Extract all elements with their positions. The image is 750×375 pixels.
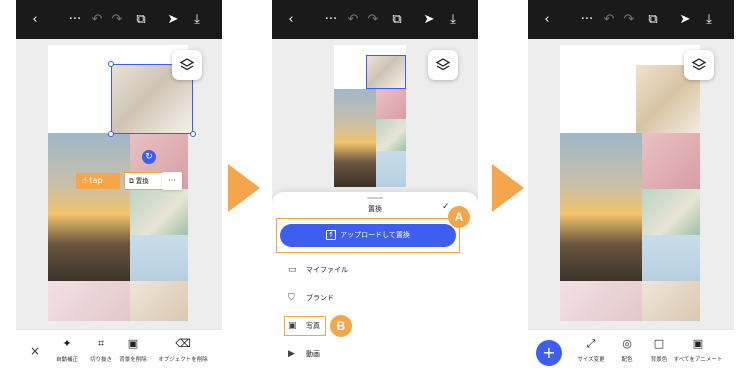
back-icon[interactable]: ‹ bbox=[538, 11, 556, 29]
check-icon[interactable]: ✓ bbox=[442, 202, 450, 212]
more-icon[interactable]: ··· bbox=[322, 11, 340, 29]
food-photo[interactable] bbox=[642, 189, 700, 235]
menu-brand[interactable]: ⛉ ブランド bbox=[288, 290, 334, 306]
layers-icon bbox=[435, 58, 451, 71]
share-icon[interactable]: ➤ bbox=[420, 11, 438, 29]
hands-photo[interactable] bbox=[366, 55, 406, 89]
layers-icon bbox=[179, 58, 195, 71]
top-toolbar: ‹ ··· ↶ ↷ ⧉ ➤ ⤓ bbox=[272, 0, 478, 39]
bottom-toolbar: × ✦ 自動補正 ⌗ 切り抜き ▣ 背景を削除 ⌫ オブジェクトを削除 bbox=[16, 329, 222, 375]
food-photo[interactable] bbox=[130, 189, 188, 235]
redo-icon[interactable]: ↷ bbox=[364, 11, 382, 29]
brand-icon: ⛉ bbox=[288, 293, 295, 303]
download-icon[interactable]: ⤓ bbox=[188, 11, 206, 29]
menu-videos[interactable]: ▶ 動画 bbox=[288, 346, 320, 362]
layers-button[interactable] bbox=[172, 50, 202, 80]
selection-handle[interactable] bbox=[108, 61, 114, 67]
blue-photo[interactable] bbox=[130, 235, 188, 281]
replace-icon: ⧉ bbox=[129, 177, 134, 185]
badge-b: B bbox=[330, 315, 352, 337]
sheet-grabber[interactable] bbox=[367, 197, 383, 199]
selection-handle[interactable] bbox=[190, 131, 196, 137]
food-photo[interactable] bbox=[376, 119, 406, 151]
close-icon[interactable]: × bbox=[30, 344, 40, 358]
pages-icon[interactable]: ⧉ bbox=[644, 11, 662, 29]
pages-icon[interactable]: ⧉ bbox=[132, 11, 150, 29]
pages-icon[interactable]: ⧉ bbox=[388, 11, 406, 29]
sunset-photo[interactable] bbox=[334, 89, 376, 187]
phone-screen-1: ‹ ··· ↶ ↷ ⧉ ➤ ⤓ ↻ ☝ tap ⧉ 置換 ··· × ✦ 自動補… bbox=[16, 0, 222, 375]
replace-option[interactable]: ⧉ 置換 bbox=[129, 173, 149, 189]
top-toolbar: ‹ ··· ↶ ↷ ⧉ ➤ ⤓ bbox=[528, 0, 734, 39]
redo-icon[interactable]: ↷ bbox=[620, 11, 638, 29]
layers-icon bbox=[691, 58, 707, 71]
eraser-icon: ⌫ bbox=[175, 337, 191, 350]
hand-pointer-icon: ☝ bbox=[82, 176, 87, 185]
tutorial-stage: ‹ ··· ↶ ↷ ⧉ ➤ ⤓ ↻ ☝ tap ⧉ 置換 ··· × ✦ 自動補… bbox=[0, 0, 750, 375]
menu-photos[interactable]: ▣ 写真 bbox=[288, 318, 320, 334]
upload-icon: ↑ bbox=[326, 230, 337, 240]
download-icon[interactable]: ⤓ bbox=[700, 11, 718, 29]
tap-hint: ☝ tap bbox=[76, 173, 120, 189]
layers-button[interactable] bbox=[428, 50, 458, 80]
more-icon[interactable]: ··· bbox=[66, 11, 84, 29]
remove-object-tool[interactable]: ⌫ オブジェクトを削除 bbox=[152, 336, 214, 363]
play-icon: ▶ bbox=[288, 349, 295, 359]
phone-screen-2: ‹ ··· ↶ ↷ ⧉ ➤ ⤓ 置換 ✓ ↑ アップロードして置換 A ▭ マイ… bbox=[272, 0, 478, 375]
download-icon[interactable]: ⤓ bbox=[444, 11, 462, 29]
undo-icon[interactable]: ↶ bbox=[344, 11, 362, 29]
share-icon[interactable]: ➤ bbox=[164, 11, 182, 29]
image-icon: ▣ bbox=[288, 321, 297, 331]
remove-background-tool[interactable]: ▣ 背景を削除 bbox=[110, 336, 156, 363]
phone-screen-3: ‹ ··· ↶ ↷ ⧉ ➤ ⤓ + ⤢ サイズ変更 ◎ 配色 □ 背景色 ▣ すべてをア… bbox=[528, 0, 734, 375]
image-icon: ▣ bbox=[127, 337, 139, 350]
sunset-photo[interactable] bbox=[48, 133, 130, 281]
sunset-photo[interactable] bbox=[560, 133, 642, 281]
pink-photo[interactable] bbox=[642, 133, 700, 189]
design-canvas[interactable] bbox=[560, 45, 700, 321]
add-button[interactable]: + bbox=[536, 340, 562, 366]
blue-photo[interactable] bbox=[376, 151, 406, 187]
animate-all-tool[interactable]: ▣ すべてをアニメート bbox=[668, 336, 728, 363]
more-icon[interactable]: ··· bbox=[578, 11, 596, 29]
back-icon[interactable]: ‹ bbox=[282, 11, 300, 29]
pink-photo[interactable] bbox=[376, 89, 406, 119]
laptop-photo[interactable] bbox=[560, 281, 642, 321]
more-options-button[interactable]: ··· bbox=[162, 172, 182, 190]
rotate-handle[interactable]: ↻ bbox=[142, 150, 156, 164]
badge-a: A bbox=[448, 206, 470, 228]
book-photo[interactable] bbox=[642, 281, 700, 321]
layers-button[interactable] bbox=[684, 50, 714, 80]
selection-handle[interactable] bbox=[108, 131, 114, 137]
bottom-toolbar: + ⤢ サイズ変更 ◎ 配色 □ 背景色 ▣ すべてをアニメート bbox=[528, 329, 734, 375]
undo-icon[interactable]: ↶ bbox=[88, 11, 106, 29]
blue-photo[interactable] bbox=[642, 235, 700, 281]
step-arrow bbox=[228, 164, 260, 212]
top-toolbar: ‹ ··· ↶ ↷ ⧉ ➤ ⤓ bbox=[16, 0, 222, 39]
folder-icon: ▭ bbox=[288, 265, 297, 275]
upload-replace-button[interactable]: ↑ アップロードして置換 bbox=[280, 224, 456, 247]
laptop-photo[interactable] bbox=[48, 281, 130, 321]
undo-icon[interactable]: ↶ bbox=[600, 11, 618, 29]
share-icon[interactable]: ➤ bbox=[676, 11, 694, 29]
menu-my-files[interactable]: ▭ マイファイル bbox=[288, 262, 348, 278]
replace-sheet: 置換 ✓ ↑ アップロードして置換 A ▭ マイファイル ⛉ ブランド ▣ 写真 B ▶… bbox=[272, 192, 478, 375]
back-icon[interactable]: ‹ bbox=[26, 11, 44, 29]
book-photo[interactable] bbox=[130, 281, 188, 321]
redo-icon[interactable]: ↷ bbox=[108, 11, 126, 29]
animate-icon: ▣ bbox=[692, 337, 704, 350]
design-canvas[interactable] bbox=[334, 45, 406, 187]
step-arrow bbox=[492, 164, 524, 212]
